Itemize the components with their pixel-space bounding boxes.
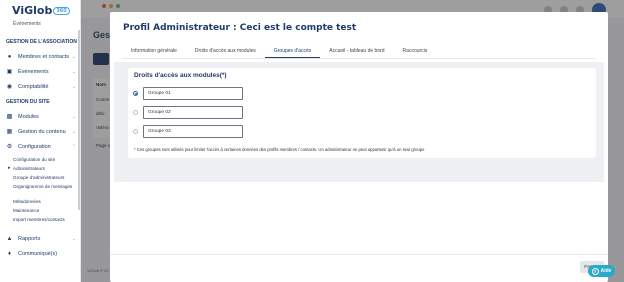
sidebar-item-evenements[interactable]: ▣ Événements ⌄ (6, 67, 76, 76)
sidebar-item-evenements-top[interactable]: Événements (13, 21, 41, 27)
chevron-up-icon: ⌃ (71, 143, 76, 150)
sidebar-subitem-groupe-admin[interactable]: Groupe d'administrateurs (13, 175, 75, 181)
sidebar-subitem-administrateurs[interactable]: Administrateurs (8, 166, 75, 172)
group-02-radio[interactable] (133, 110, 138, 115)
logo-badge: 360 (53, 7, 70, 15)
modal-tabs: Information générale Droits d'accès aux … (122, 44, 436, 58)
sidebar: ViGlob 360 Événements GESTION DE L'ASSOCI… (0, 0, 81, 282)
help-button[interactable]: ? Aide (588, 265, 615, 277)
sidebar-item-label: Comptabilité (18, 83, 49, 90)
modules-icon: ▩ (6, 114, 13, 120)
groups-note: * Ces groupes sont utilisés pour limiter… (134, 147, 425, 152)
modal-title: Profil Administrateur : Ceci est le comp… (123, 23, 357, 33)
tab-groupes-acces[interactable]: Groupes d'accès (264, 44, 321, 58)
logo-text: ViGlob (12, 4, 53, 17)
sidebar-subitem-metadonnees[interactable]: Métadonnées (13, 199, 75, 205)
tab-information-generale[interactable]: Information générale (122, 44, 186, 58)
help-label: Aide (600, 268, 612, 274)
coins-icon: ◉ (6, 84, 13, 90)
sidebar-item-modules[interactable]: ▩ Modules ⌄ (6, 112, 76, 121)
group-01-radio[interactable] (133, 91, 138, 96)
sidebar-item-label: Configuration (18, 143, 51, 150)
chevron-down-icon: ⌄ (71, 53, 76, 60)
sidebar-item-label: Rapports (18, 235, 41, 242)
group-03-field[interactable]: Groupe 03 (143, 125, 243, 138)
section-association-heading: GESTION DE L'ASSOCIATION (6, 39, 77, 45)
group-03-radio[interactable] (133, 129, 138, 134)
tab-accueil-tableau-de-bord[interactable]: Accueil - tableau de bord (320, 44, 393, 58)
profile-modal: Profil Administrateur : Ceci est le comp… (110, 12, 608, 282)
modal-footer-divider (110, 254, 608, 255)
content-icon: ▦ (6, 129, 13, 135)
chevron-down-icon: ⌄ (71, 83, 76, 90)
tab-droits-acces-modules[interactable]: Droits d'accès aux modules (186, 44, 265, 58)
sidebar-item-label: Événements (18, 68, 49, 75)
sidebar-subitem-import[interactable]: Import membres/contacts (13, 217, 75, 223)
users-icon: ● (7, 53, 12, 60)
group-02-field[interactable]: Groupe 02 (143, 106, 243, 119)
chevron-down-icon: ⌄ (71, 128, 76, 135)
sidebar-item-label: Modules (18, 113, 39, 120)
bell-icon: ♦ (7, 250, 12, 257)
sidebar-item-label: Membres et contacts (18, 53, 70, 60)
sidebar-subitem-organigramme[interactable]: Organigramme de messages (13, 184, 75, 190)
sidebar-item-rapports[interactable]: ▲ Rapports ⌄ (6, 234, 76, 243)
gears-icon: ⚙ (6, 144, 13, 150)
sidebar-item-membres[interactable]: ● Membres et contacts ⌄ (6, 52, 76, 61)
sidebar-item-label: Communiqué(s) (18, 250, 58, 257)
sidebar-item-configuration[interactable]: ⚙ Configuration ⌃ (6, 142, 76, 151)
sidebar-subitem-config-site[interactable]: Configuration du site (13, 157, 75, 163)
folder-icon: ▣ (6, 69, 13, 75)
panel-title: Droits d'accès aux modules(*) (134, 72, 227, 79)
tabs-divider (122, 58, 596, 59)
chevron-down-icon: ⌄ (71, 113, 76, 120)
question-icon: ? (591, 267, 599, 275)
sidebar-item-communiques[interactable]: ♦ Communiqué(s) (6, 249, 76, 258)
modal-body: Droits d'accès aux modules(*) Groupe 01 … (114, 62, 604, 182)
section-site-heading: GESTION DU SITE (6, 99, 50, 105)
access-groups-panel: Droits d'accès aux modules(*) Groupe 01 … (128, 68, 596, 158)
chevron-down-icon: ⌄ (71, 235, 76, 242)
group-01-field[interactable]: Groupe 01 (143, 87, 243, 100)
sidebar-scrollbar[interactable] (78, 30, 80, 210)
sidebar-item-comptabilite[interactable]: ◉ Comptabilité ⌄ (6, 82, 76, 91)
tab-raccourcis[interactable]: Raccourcis (394, 44, 437, 58)
chevron-down-icon: ⌄ (71, 68, 76, 75)
sidebar-subitem-maintenance[interactable]: Maintenance (13, 208, 75, 214)
sidebar-item-contenu[interactable]: ▦ Gestion du contenu ⌄ (6, 127, 76, 136)
sidebar-item-label: Gestion du contenu (18, 128, 66, 135)
app-logo[interactable]: ViGlob 360 (12, 4, 70, 17)
chart-icon: ▲ (6, 235, 13, 242)
